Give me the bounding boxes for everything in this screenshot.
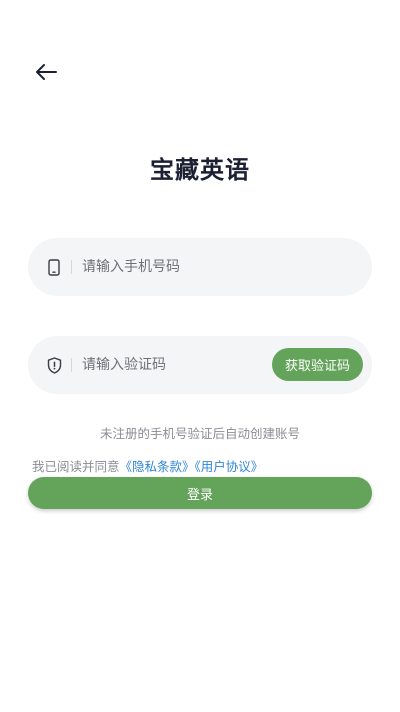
phone-input[interactable] — [82, 238, 372, 296]
login-screen: 宝藏英语 获取验证码 未注册的手机号验证后自动创建账号 我已阅读并同意《隐私条款… — [0, 0, 400, 712]
phone-icon — [46, 258, 62, 276]
field-divider — [71, 358, 72, 372]
field-divider — [71, 260, 72, 274]
arrow-left-icon — [36, 64, 57, 80]
shield-icon — [46, 356, 62, 374]
auto-register-hint: 未注册的手机号验证后自动创建账号 — [99, 426, 300, 441]
privacy-policy-link[interactable]: 《隐私条款》 — [120, 459, 195, 474]
phone-field[interactable] — [28, 238, 372, 296]
login-button[interactable]: 登录 — [28, 477, 372, 509]
agreement-prefix: 我已阅读并同意 — [32, 459, 120, 474]
agreement-text: 我已阅读并同意《隐私条款》《用户协议》 — [32, 456, 263, 475]
user-agreement-link[interactable]: 《用户协议》 — [195, 459, 264, 474]
get-code-button[interactable]: 获取验证码 — [272, 348, 363, 381]
back-button[interactable] — [30, 58, 62, 86]
app-title: 宝藏英语 — [150, 156, 250, 184]
verification-code-field[interactable]: 获取验证码 — [28, 336, 372, 394]
